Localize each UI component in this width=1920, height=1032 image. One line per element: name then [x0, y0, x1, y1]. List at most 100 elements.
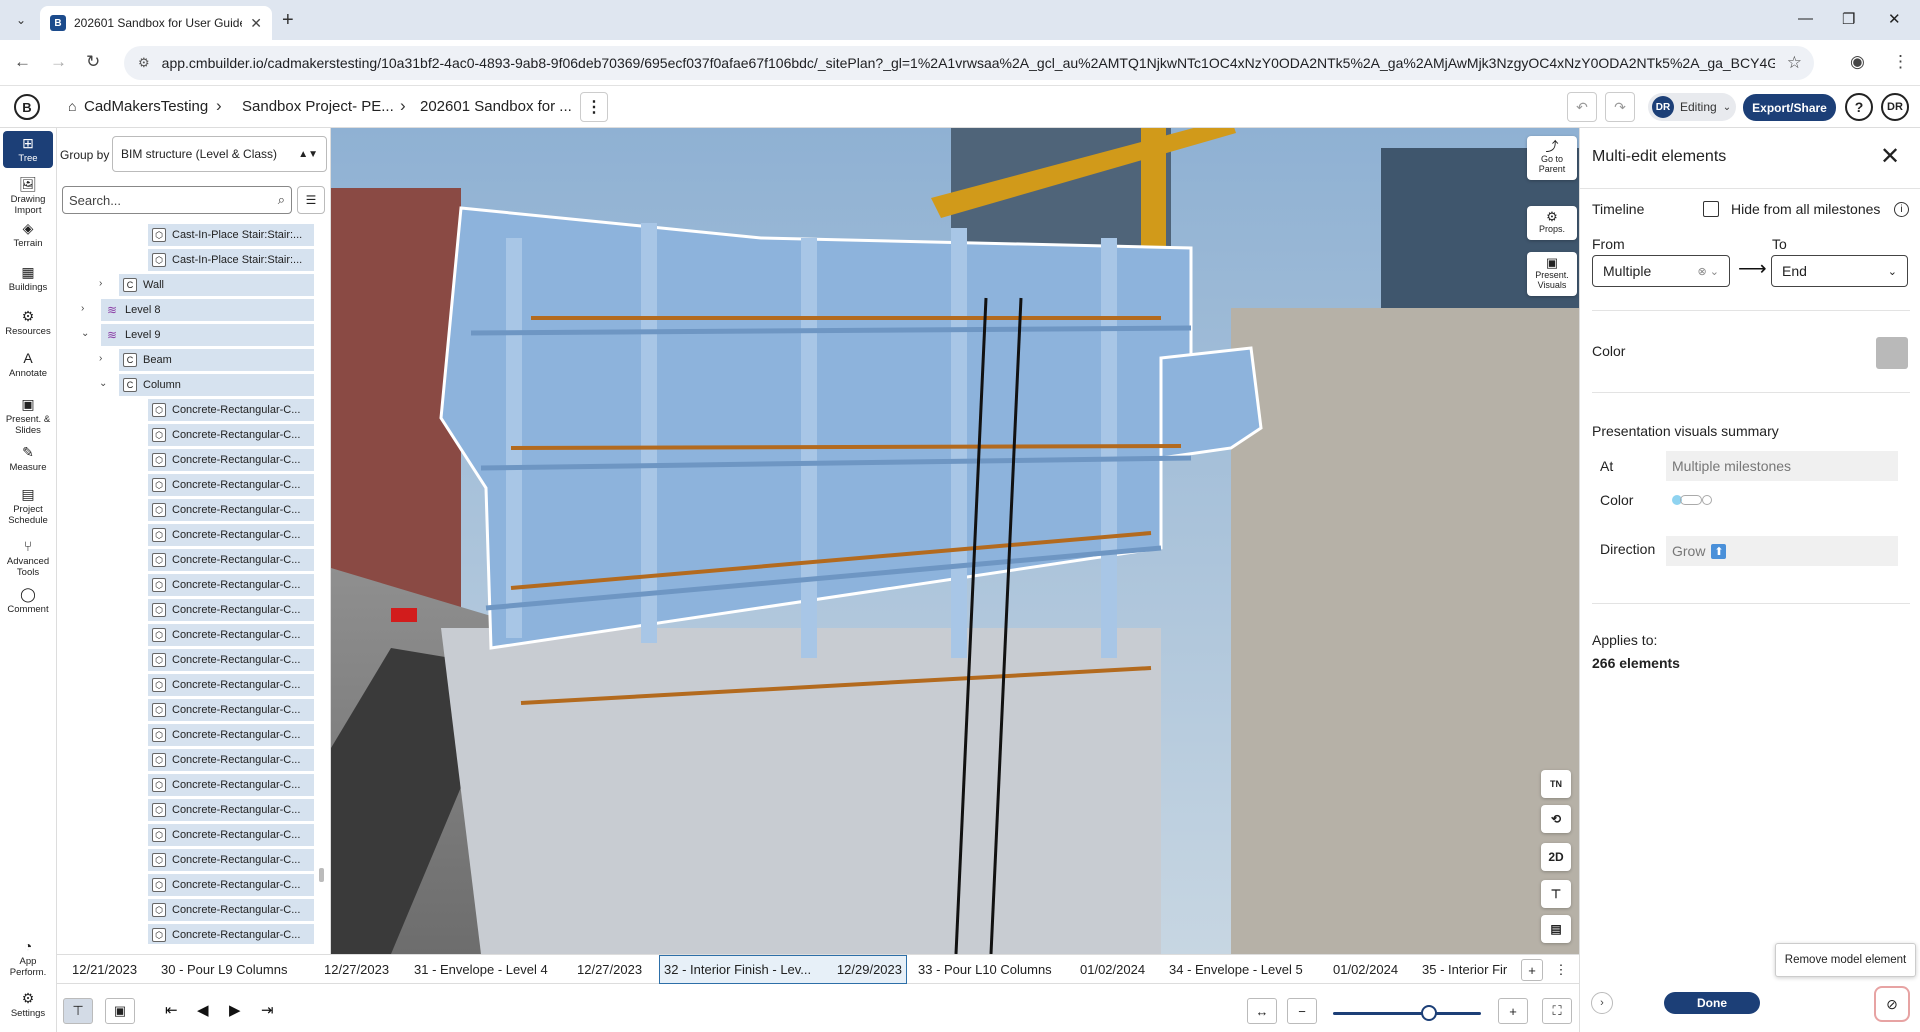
tree-row[interactable]: ⬡ Concrete-Rectangular-C... [148, 924, 314, 944]
step-back-icon[interactable]: ◀ [197, 1001, 209, 1019]
tree-row[interactable]: ⬡ Cast-In-Place Stair:Stair:... [148, 224, 314, 246]
tool-annotate[interactable]: A Annotate [3, 350, 53, 379]
tree-row[interactable]: ≋ Level 8 [101, 299, 314, 321]
tree-row[interactable]: ⬡ Concrete-Rectangular-C... [148, 424, 314, 446]
props-button[interactable]: ⚙ Props. [1527, 206, 1577, 240]
breadcrumb-project[interactable]: Sandbox Project- PE... [242, 98, 394, 115]
milestone-date[interactable]: 12/27/2023 [577, 955, 642, 984]
milestone-name[interactable]: 35 - Interior Fir [1422, 955, 1512, 984]
tree-row[interactable]: ⬡ Concrete-Rectangular-C... [148, 474, 314, 496]
tree-row[interactable]: ≋ Level 9 [101, 324, 314, 346]
zoom-slider[interactable] [1333, 1012, 1481, 1015]
new-tab-icon[interactable]: + [282, 9, 294, 32]
tree-row[interactable]: ⬡ Concrete-Rectangular-C... [148, 649, 314, 671]
home-icon[interactable]: ⌂ [68, 98, 76, 114]
milestone-date[interactable]: 12/21/2023 [72, 955, 137, 984]
fit-timeline-button[interactable]: ↔ [1247, 998, 1277, 1024]
go-to-parent-button[interactable]: ⤴ Go to Parent [1527, 136, 1577, 180]
tree-row[interactable]: ⬡ Concrete-Rectangular-C... [148, 574, 314, 596]
milestone-name[interactable]: 33 - Pour L10 Columns [918, 955, 1052, 984]
tree-row[interactable]: ⬡ Concrete-Rectangular-C... [148, 774, 314, 796]
done-button[interactable]: Done [1664, 992, 1760, 1014]
milestone-date[interactable]: 01/02/2024 [1333, 955, 1398, 984]
app-logo[interactable]: B [14, 94, 40, 120]
milestone-date[interactable]: 01/02/2024 [1080, 955, 1145, 984]
url-field[interactable]: ⚙ app.cmbuilder.io/cadmakerstesting/10a3… [124, 46, 1814, 80]
tree-scrollbar[interactable] [319, 224, 325, 944]
tree-row[interactable]: ⬡ Concrete-Rectangular-C... [148, 499, 314, 521]
color-swatch[interactable] [1876, 337, 1908, 369]
browser-menu-icon[interactable]: ⋮ [1892, 52, 1909, 72]
tool-app-performance[interactable]: ◔ App Perform. [3, 938, 53, 978]
tool-present-slides[interactable]: ▣ Present. & Slides [3, 396, 53, 436]
forward-icon[interactable]: → [50, 52, 67, 72]
3d-viewport[interactable] [331, 128, 1579, 954]
milestone-name[interactable]: 34 - Envelope - Level 5 [1169, 955, 1303, 984]
milestone-name[interactable]: 31 - Envelope - Level 4 [414, 955, 548, 984]
tool-buildings[interactable]: ▦ Buildings [3, 264, 53, 293]
tool-comment[interactable]: ◯ Comment [3, 586, 53, 615]
expand-chevron-icon[interactable]: › [99, 353, 102, 364]
tree-row[interactable]: ⬡ Concrete-Rectangular-C... [148, 874, 314, 896]
tree-row[interactable]: C Beam [119, 349, 314, 371]
tool-advanced-tools[interactable]: ⑂ Advanced Tools [3, 538, 53, 578]
profile-icon[interactable]: ◉ [1850, 52, 1865, 72]
play-icon[interactable]: ▶ [229, 1001, 241, 1019]
breadcrumb-org[interactable]: CadMakersTesting [84, 98, 208, 115]
layers-icon[interactable]: ▤ [1541, 915, 1571, 943]
expand-chevron-icon[interactable]: › [81, 303, 84, 314]
tool-resources[interactable]: ⚙ Resources [3, 308, 53, 337]
tool-tree[interactable]: ⊞ Tree [3, 131, 53, 168]
hide-from-milestones-checkbox[interactable] [1703, 201, 1719, 217]
tree-row[interactable]: ⬡ Concrete-Rectangular-C... [148, 749, 314, 771]
tree-row[interactable]: ⬡ Concrete-Rectangular-C... [148, 524, 314, 546]
tab-search-menu[interactable]: ⌄ [8, 8, 34, 32]
fullscreen-button[interactable]: ⛶ [1542, 998, 1572, 1024]
tree-row[interactable]: ⬡ Concrete-Rectangular-C... [148, 899, 314, 921]
crane-icon[interactable]: ⊤ [1541, 880, 1571, 908]
skip-start-icon[interactable]: ⇤ [165, 1001, 178, 1019]
crane-view-button[interactable]: ⊤ [63, 998, 93, 1024]
expand-chevron-icon[interactable]: › [99, 278, 102, 289]
undo-button[interactable]: ↶ [1567, 92, 1597, 122]
tool-project-schedule[interactable]: ▤ Project Schedule [3, 486, 53, 526]
collapse-chevron-icon[interactable]: ⌄ [81, 328, 89, 339]
milestone-date[interactable]: 12/27/2023 [324, 955, 389, 984]
tree-filter-button[interactable]: ☰ [297, 186, 325, 214]
tree-row[interactable]: C Column [119, 374, 314, 396]
minimize-icon[interactable]: — [1798, 10, 1813, 27]
tree-row[interactable]: ⬡ Concrete-Rectangular-C... [148, 824, 314, 846]
clear-icon[interactable]: ⊗ ⌄ [1698, 265, 1720, 278]
present-visuals-button[interactable]: ▣ Present. Visuals [1527, 252, 1577, 296]
timeline-menu-icon[interactable]: ⋮ [1550, 959, 1572, 981]
remove-model-element-button[interactable]: ⊘ [1874, 986, 1910, 1022]
tree-row[interactable]: ⬡ Concrete-Rectangular-C... [148, 724, 314, 746]
tree-search-input[interactable]: Search... ⌕ [62, 186, 292, 214]
2d-mode-button[interactable]: 2D [1541, 843, 1571, 871]
site-info-icon[interactable]: ⚙ [138, 55, 150, 71]
export-share-button[interactable]: Export/Share [1743, 94, 1836, 121]
tree-row[interactable]: ⬡ Concrete-Rectangular-C... [148, 799, 314, 821]
back-icon[interactable]: ← [14, 52, 31, 72]
from-select[interactable]: Multiple ⊗ ⌄ [1592, 255, 1730, 287]
zoom-slider-thumb[interactable] [1421, 1005, 1438, 1021]
collapse-chevron-icon[interactable]: ⌄ [99, 378, 107, 389]
north-button[interactable]: TN [1541, 770, 1571, 798]
zoom-out-button[interactable]: − [1287, 998, 1317, 1024]
add-milestone-button[interactable]: + [1521, 959, 1543, 981]
help-button[interactable]: ? [1845, 93, 1873, 121]
milestone-selected[interactable]: 32 - Interior Finish - Lev... 12/29/2023 [659, 955, 907, 984]
tool-terrain[interactable]: ◈ Terrain [3, 220, 53, 249]
tool-measure[interactable]: ✎ Measure [3, 444, 53, 473]
skip-end-icon[interactable]: ⇥ [261, 1001, 274, 1019]
close-icon[interactable]: ✕ [1880, 142, 1900, 171]
site-menu-button[interactable]: ⋮ [580, 92, 608, 122]
restore-icon[interactable]: ❐ [1842, 10, 1855, 28]
to-select[interactable]: End ⌄ [1771, 255, 1908, 287]
editing-mode-toggle[interactable]: DR Editing ⌄ [1648, 93, 1736, 121]
breadcrumb-site[interactable]: 202601 Sandbox for ... [420, 98, 572, 115]
tree-row[interactable]: ⬡ Concrete-Rectangular-C... [148, 449, 314, 471]
milestone-name[interactable]: 30 - Pour L9 Columns [161, 955, 287, 984]
window-close-icon[interactable]: ✕ [1888, 10, 1901, 28]
redo-button[interactable]: ↷ [1605, 92, 1635, 122]
